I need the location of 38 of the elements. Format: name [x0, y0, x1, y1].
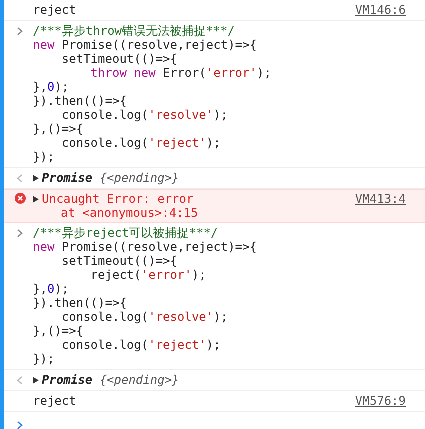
code-line: }); — [33, 150, 56, 164]
error-message: Uncaught Error: error — [42, 192, 195, 206]
prompt-chevron-icon — [17, 421, 23, 429]
code-line: throw new Error('error'); — [90, 66, 272, 80]
error-stack: at <anonymous>:4:15 — [60, 206, 198, 220]
expand-triangle-icon[interactable] — [33, 196, 39, 203]
expand-triangle-icon[interactable] — [33, 175, 39, 182]
code-line: console.log('reject'); — [60, 136, 222, 150]
result-chevron-icon — [17, 174, 23, 183]
code-line: },0); — [33, 80, 70, 94]
code-line: reject('error'); — [90, 268, 208, 282]
code-line: },()=>{ — [33, 122, 85, 136]
error-icon — [15, 193, 26, 204]
log-message: reject — [33, 3, 76, 17]
prompt-chevron-icon — [17, 27, 23, 36]
code-line: }).then(()=>{ — [33, 94, 128, 108]
promise-preview[interactable]: Promise {<pending>} — [42, 373, 180, 387]
code-line: }).then(()=>{ — [33, 296, 128, 310]
result-chevron-icon — [17, 376, 23, 385]
code-line: }); — [33, 352, 56, 366]
code-line: new Promise((resolve,reject)=>{ — [33, 38, 258, 52]
code-line: console.log('reject'); — [60, 338, 222, 352]
source-link[interactable]: VM413:4 — [355, 192, 406, 206]
log-message: reject — [33, 394, 76, 408]
code-line: /***异步throw错误无法被捕捉***/ — [33, 24, 236, 38]
promise-preview[interactable]: Promise {<pending>} — [42, 171, 180, 185]
code-line: console.log('resolve'); — [60, 310, 230, 324]
code-line: console.log('resolve'); — [60, 108, 230, 122]
code-line: setTimeout(()=>{ — [60, 254, 178, 268]
code-line: /***异步reject可以被捕捉***/ — [33, 226, 220, 240]
source-link[interactable]: VM146:6 — [355, 3, 406, 17]
code-line: },()=>{ — [33, 324, 85, 338]
prompt-chevron-icon — [17, 229, 23, 238]
source-link[interactable]: VM576:9 — [355, 394, 406, 408]
code-line: setTimeout(()=>{ — [60, 52, 178, 66]
expand-triangle-icon[interactable] — [33, 377, 39, 384]
code-line: },0); — [33, 282, 70, 296]
code-line: new Promise((resolve,reject)=>{ — [33, 240, 257, 254]
